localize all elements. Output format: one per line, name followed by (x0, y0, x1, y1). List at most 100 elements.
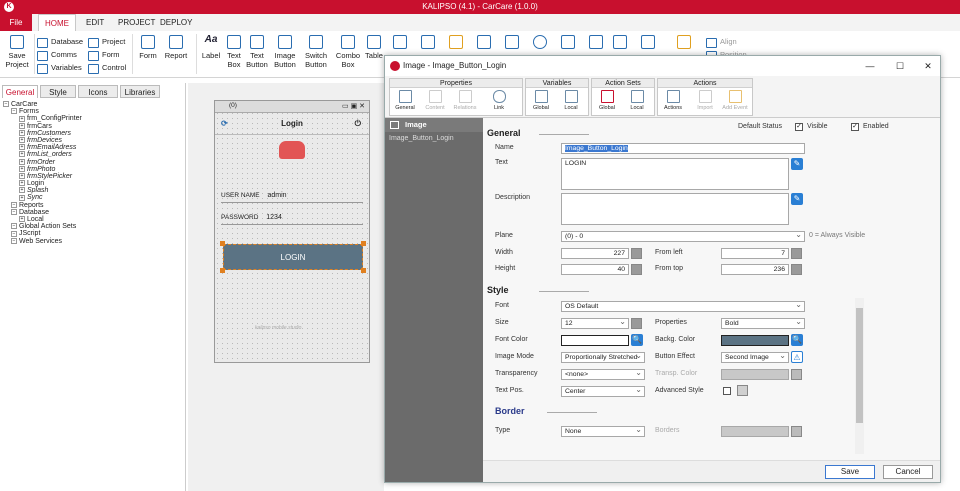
expand-toggle-icon[interactable]: + (19, 144, 25, 151)
height-calculator-icon[interactable] (631, 264, 642, 275)
power-icon[interactable]: ⏻ (355, 113, 361, 135)
expand-toggle-icon[interactable]: + (19, 194, 25, 201)
advstyle-checkbox[interactable] (723, 387, 731, 395)
table-button[interactable]: Table (364, 35, 384, 60)
name-field[interactable]: Image_Button_Login (561, 143, 805, 154)
object-list-item[interactable]: Image_Button_Login (385, 132, 483, 146)
borders-selector[interactable] (721, 426, 789, 437)
expand-toggle-icon[interactable]: + (19, 180, 25, 187)
switchbutton-button[interactable]: Switch Button (302, 35, 330, 69)
form-button[interactable]: Form (136, 35, 160, 60)
transpcolor-picker-icon[interactable] (791, 369, 802, 380)
window-controls-icon[interactable]: ▭ ▣ ✕ (342, 102, 365, 110)
radio-tool[interactable] (532, 35, 548, 51)
checkbox-tool[interactable] (504, 35, 520, 51)
type-select[interactable]: None (561, 425, 645, 437)
login-button[interactable]: LOGIN (223, 244, 363, 270)
tool-actionsets-local[interactable]: Local (624, 90, 650, 111)
transparency-select[interactable]: <none> (561, 368, 645, 380)
fontcolor-swatch[interactable] (561, 335, 629, 346)
expand-toggle-icon[interactable]: + (19, 158, 25, 165)
text-editor-icon[interactable]: ✎ (791, 158, 803, 170)
minimize-icon[interactable]: — (855, 56, 885, 76)
resize-handle[interactable] (220, 241, 225, 246)
password-field[interactable]: PASSWORD 1234 (221, 211, 363, 225)
tree-item[interactable]: + frmPhoto (3, 166, 82, 173)
expand-toggle-icon[interactable]: + (19, 216, 25, 223)
fromtop-field[interactable]: 236 (721, 264, 789, 275)
expand-toggle-icon[interactable]: − (11, 237, 17, 244)
textbutton-button[interactable]: Text Button (246, 35, 268, 69)
tree-item[interactable]: + Sync (3, 194, 82, 201)
tool-relations[interactable]: Relations (452, 90, 478, 111)
tool-variables-global[interactable]: Global (528, 90, 554, 111)
tree-item[interactable]: + frmList_orders (3, 151, 82, 158)
tree-item[interactable]: − CarCare (3, 101, 82, 108)
expand-toggle-icon[interactable]: − (11, 208, 17, 215)
borders-edit-icon[interactable] (791, 426, 802, 437)
comms-button[interactable]: Comms (37, 49, 77, 61)
transpcolor-swatch[interactable] (721, 369, 789, 380)
advstyle-edit-icon[interactable] (737, 385, 748, 396)
new-project-button[interactable]: Project (88, 36, 125, 48)
expand-toggle-icon[interactable]: + (19, 129, 25, 136)
tool-import[interactable]: Import (692, 90, 718, 111)
tool-actionsets-global[interactable]: Global (594, 90, 620, 111)
tree-item[interactable]: − Reports (3, 202, 82, 209)
height-field[interactable]: 40 (561, 264, 629, 275)
database-button[interactable]: Database (37, 36, 83, 48)
tree-item[interactable]: + Local (3, 216, 82, 223)
description-field[interactable] (561, 193, 789, 225)
textpos-select[interactable]: Center (561, 385, 645, 397)
tree-item[interactable]: + frmDevices (3, 137, 82, 144)
properties-scrollbar[interactable] (855, 298, 864, 454)
tree-item[interactable]: + frmOrder (3, 159, 82, 166)
list-tool[interactable] (476, 35, 492, 51)
expand-toggle-icon[interactable]: − (11, 230, 17, 237)
expand-toggle-icon[interactable]: + (19, 151, 25, 158)
resize-handle[interactable] (220, 268, 225, 273)
resize-handle[interactable] (361, 268, 366, 273)
new-form-button[interactable]: Form (88, 49, 120, 61)
report-button[interactable]: Report (162, 35, 190, 60)
new-control-button[interactable]: Control (88, 62, 126, 74)
tool-add-event[interactable]: Add Event (722, 90, 748, 111)
cancel-button[interactable]: Cancel (883, 465, 933, 479)
tools-tool[interactable] (676, 35, 692, 51)
text-field[interactable]: LOGIN (561, 158, 789, 190)
textbox-button[interactable]: Text Box (224, 35, 244, 69)
properties-select[interactable]: Bold (721, 317, 805, 329)
tree-item[interactable]: + Login (3, 180, 82, 187)
menu-edit[interactable]: EDIT (80, 14, 110, 31)
plane-select[interactable]: (0) - 0 (561, 230, 805, 242)
align-button[interactable]: Align (706, 36, 737, 48)
expand-toggle-icon[interactable]: + (19, 137, 25, 144)
tree-item[interactable]: + frmStylePicker (3, 173, 82, 180)
fromleft-field[interactable]: 7 (721, 248, 789, 259)
fromleft-calculator-icon[interactable] (791, 248, 802, 259)
tool-variables-local[interactable]: Local (558, 90, 584, 111)
expand-toggle-icon[interactable]: − (11, 223, 17, 230)
tree-item[interactable]: − Web Services (3, 238, 82, 245)
close-icon[interactable]: ✕ (913, 56, 943, 76)
combobox-button[interactable]: Combo Box (334, 35, 362, 69)
tree-item[interactable]: − Global Action Sets (3, 223, 82, 230)
tab-general[interactable]: General (2, 85, 38, 98)
size-calculator-icon[interactable] (631, 318, 642, 329)
tree-item[interactable]: − Forms (3, 108, 82, 115)
menu-home[interactable]: HOME (38, 14, 76, 31)
menu-deploy[interactable]: DEPLOY (154, 14, 198, 31)
width-field[interactable]: 227 (561, 248, 629, 259)
backcolor-swatch[interactable] (721, 335, 789, 346)
refresh-icon[interactable]: ⟳ (221, 113, 228, 135)
signature-tool[interactable] (560, 35, 576, 51)
maximize-icon[interactable]: ☐ (885, 56, 915, 76)
tree-item[interactable]: − JScript (3, 230, 82, 237)
tree-item[interactable]: + frmCustomers (3, 130, 82, 137)
expand-toggle-icon[interactable]: − (11, 108, 17, 115)
font-select[interactable]: OS Default (561, 300, 805, 312)
scrollbar-thumb[interactable] (856, 308, 863, 423)
tool-actions[interactable]: Actions (660, 90, 686, 111)
buttoneffect-select[interactable]: Second Image (721, 351, 789, 363)
backcolor-picker-icon[interactable]: 🔍 (791, 334, 803, 346)
